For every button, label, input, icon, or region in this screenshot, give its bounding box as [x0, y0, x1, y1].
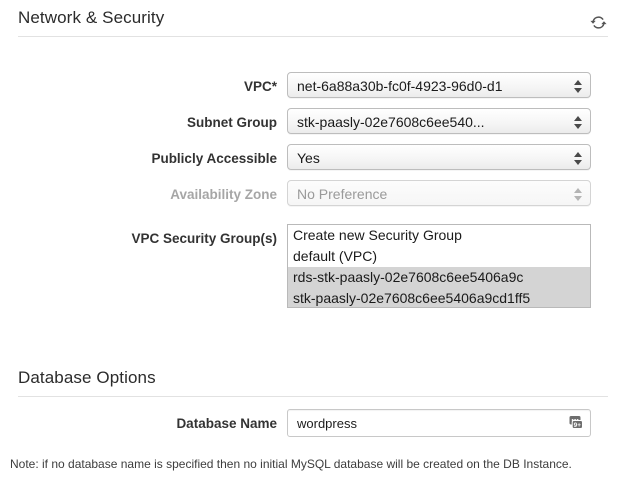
chevron-updown-icon [573, 113, 582, 131]
database-name-note: Note: if no database name is specified t… [10, 457, 572, 471]
database-options-section: Database Options [0, 360, 626, 398]
publicly-accessible-select[interactable]: Yes [287, 144, 591, 170]
subnet-group-label: Subnet Group [187, 115, 277, 130]
publicly-accessible-select-value: Yes [297, 150, 320, 166]
database-name-control: wordpress 9+ [287, 409, 591, 437]
vpc-label: VPC* [243, 79, 277, 94]
page-title: Network & Security [18, 8, 165, 27]
subnet-group-select-value: stk-paasly-02e7608c6ee540... [297, 114, 485, 130]
vpc-security-groups-row: VPC Security Group(s) Create new Securit… [0, 224, 626, 308]
availability-zone-select: No Preference [287, 180, 591, 206]
database-name-row: Database Name wordpress 9+ [0, 409, 626, 439]
chevron-updown-icon [573, 149, 582, 167]
section-divider [18, 36, 608, 37]
svg-text:9+: 9+ [574, 422, 582, 429]
subnet-group-row: Subnet Group stk-paasly-02e7608c6ee540..… [0, 108, 626, 138]
availability-zone-control: No Preference [287, 180, 591, 206]
publicly-accessible-control: Yes [287, 144, 591, 170]
database-options-header: Database Options [0, 360, 626, 398]
chevron-updown-icon [573, 77, 582, 95]
publicly-accessible-label: Publicly Accessible [151, 151, 277, 166]
vpc-security-groups-listbox[interactable]: Create new Security Group default (VPC) … [287, 224, 591, 308]
section-divider [18, 396, 608, 397]
vpc-select[interactable]: net-6a88a30b-fc0f-4923-96d0-d1 [287, 72, 591, 98]
autofill-badge-icon[interactable]: 9+ [566, 413, 586, 433]
network-security-header: Network & Security [0, 0, 626, 38]
chevron-updown-icon [573, 185, 582, 203]
list-item[interactable]: stk-paasly-02e7608c6ee5406a9cd1ff5 [288, 288, 590, 307]
vpc-control: net-6a88a30b-fc0f-4923-96d0-d1 [287, 72, 591, 98]
refresh-icon[interactable] [586, 10, 610, 34]
availability-zone-row: Availability Zone No Preference [0, 180, 626, 210]
database-name-label: Database Name [176, 416, 277, 431]
subnet-group-select[interactable]: stk-paasly-02e7608c6ee540... [287, 108, 591, 134]
availability-zone-label: Availability Zone [170, 187, 277, 202]
list-item[interactable]: default (VPC) [288, 246, 590, 267]
network-security-section: Network & Security [0, 0, 626, 38]
database-name-input[interactable]: wordpress 9+ [287, 409, 591, 437]
subnet-group-control: stk-paasly-02e7608c6ee540... [287, 108, 591, 134]
availability-zone-select-value: No Preference [297, 186, 388, 202]
vpc-security-groups-label: VPC Security Group(s) [131, 231, 277, 246]
publicly-accessible-row: Publicly Accessible Yes [0, 144, 626, 174]
list-item[interactable]: rds-stk-paasly-02e7608c6ee5406a9c [288, 267, 590, 288]
database-name-value: wordpress [297, 416, 357, 431]
list-item[interactable]: Create new Security Group [288, 225, 590, 246]
database-options-title: Database Options [18, 368, 156, 387]
vpc-row: VPC* net-6a88a30b-fc0f-4923-96d0-d1 [0, 72, 626, 102]
vpc-select-value: net-6a88a30b-fc0f-4923-96d0-d1 [297, 78, 503, 94]
